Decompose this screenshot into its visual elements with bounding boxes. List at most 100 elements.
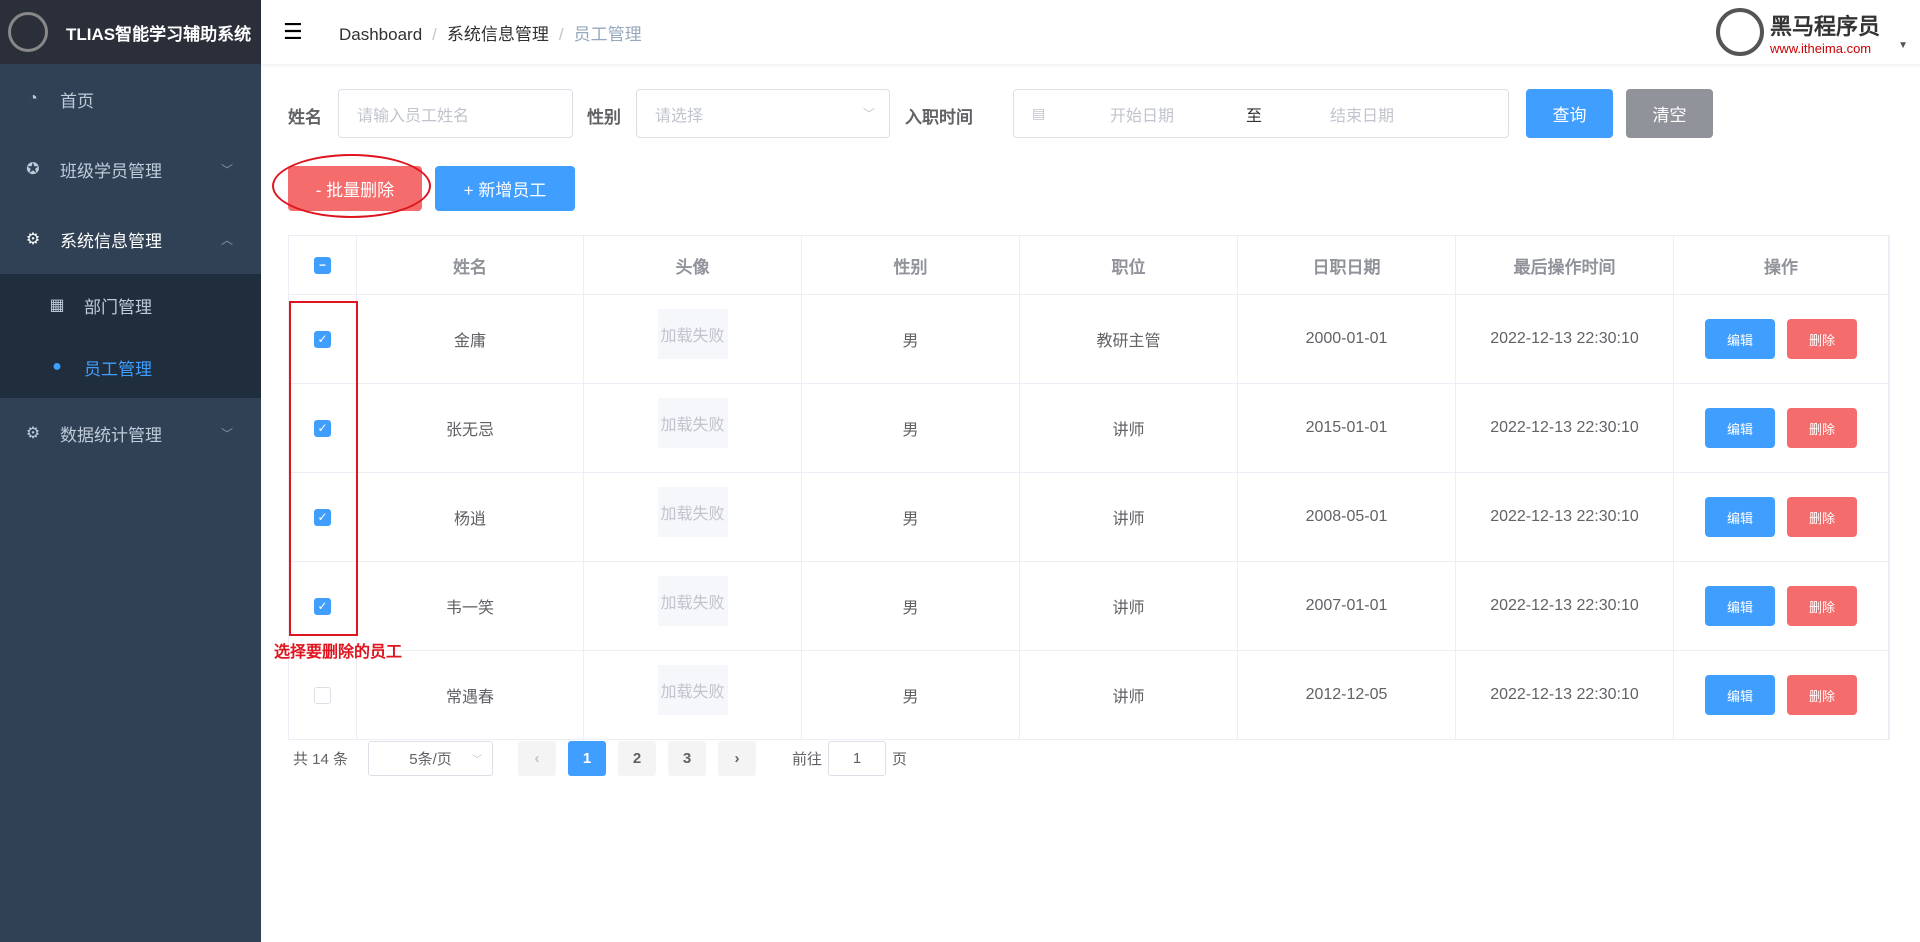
employee-table: − 姓名 头像 性别 职位 日职日期 最后操作时间 操作 ✓ 金庸 加载失败男教研主… [288,235,1890,740]
entry-cell: 2007-01-01 [1238,562,1456,650]
start-date-input[interactable]: 开始日期 [1110,102,1174,126]
breadcrumb-current: 员工管理 [573,24,642,44]
menu-toggle-icon[interactable]: ☰ [283,19,313,45]
page-size-value: 5条/页 [409,751,452,768]
updated-time: 2022-12-13 22:30:10 [1490,330,1639,347]
entry-date: 2000-01-01 [1305,330,1388,347]
goto-input[interactable]: 1 [828,741,887,776]
updated-time: 2022-12-13 22:30:10 [1490,686,1639,703]
col-avatar: 头像 [584,236,802,294]
delete-button[interactable]: 删除 [1787,586,1857,626]
page-suffix: 页 [892,751,908,768]
annotation-rectangle [289,301,358,636]
user-icon: ● [52,358,62,375]
col-actions: 操作 [1674,236,1889,294]
app-logo[interactable]: TLIAS智能学习辅助系统 [0,0,261,64]
updated-time: 2022-12-13 22:30:10 [1490,419,1639,436]
employee-name: 韦一笑 [445,600,494,617]
job-cell: 讲师 [1020,384,1238,472]
date-separator: 至 [1246,107,1263,125]
chevron-up-icon: ︿ [220,232,233,247]
actions-cell: 编辑 删除 [1674,562,1889,650]
app-title: TLIAS智能学习辅助系统 [66,24,252,44]
gender: 男 [902,600,919,617]
next-page-button[interactable]: › [718,741,757,776]
job: 教研主管 [1096,333,1161,350]
avatar: 加载失败 [657,309,728,359]
select-all-checkbox[interactable]: − [314,256,331,274]
edit-button[interactable]: 编辑 [1705,319,1775,359]
caret-down-icon[interactable]: ▼ [1898,40,1908,51]
name-input[interactable]: 请输入员工姓名 [338,89,573,138]
page-3[interactable]: 3 [668,741,707,776]
avatar: 加载失败 [657,665,728,715]
brand-name: 黑马程序员 [1769,13,1880,39]
col-updated: 最后操作时间 [1456,236,1674,294]
date-range-picker[interactable]: ▤ 开始日期 至 结束日期 [1013,89,1509,138]
logo-icon [8,12,48,52]
prev-page-button[interactable]: ‹ [518,741,557,776]
date-label: 入职时间 [905,108,973,127]
entry-cell: 2008-05-01 [1238,473,1456,561]
sidebar-item-class[interactable]: ✪ 班级学员管理 ﹀ [0,134,261,204]
sidebar-item-stats[interactable]: ⚙ 数据统计管理 ﹀ [0,398,261,468]
gender-select[interactable]: 请选择 ﹀ [636,89,890,138]
sidebar-item-dept[interactable]: ▦ 部门管理 [0,274,261,336]
entry-date: 2008-05-01 [1305,508,1388,525]
select-cell [289,651,357,739]
job-cell: 讲师 [1020,651,1238,739]
goto-label: 前往 [792,751,823,768]
actions-cell: 编辑 删除 [1674,651,1889,739]
name-cell: 韦一笑 [357,562,584,650]
page-2[interactable]: 2 [618,741,657,776]
edit-button[interactable]: 编辑 [1705,408,1775,448]
updated-cell: 2022-12-13 22:30:10 [1456,473,1674,561]
entry-cell: 2000-01-01 [1238,295,1456,383]
delete-button[interactable]: 删除 [1787,319,1857,359]
delete-button[interactable]: 删除 [1787,408,1857,448]
updated-cell: 2022-12-13 22:30:10 [1456,562,1674,650]
edit-button[interactable]: 编辑 [1705,675,1775,715]
gender-cell: 男 [802,295,1020,383]
horse-logo-icon [1715,8,1764,56]
add-employee-button[interactable]: + 新增员工 [435,166,575,211]
avatar: 加载失败 [657,576,728,626]
end-date-input[interactable]: 结束日期 [1330,102,1394,126]
query-button[interactable]: 查询 [1526,89,1613,138]
sidebar-item-label: 班级学员管理 [60,161,162,181]
sidebar-item-label: 首页 [60,91,94,111]
sidebar-item-label: 数据统计管理 [60,425,162,445]
brand-url: www.itheima.com [1769,40,1872,56]
delete-button[interactable]: 删除 [1787,497,1857,537]
col-name: 姓名 [357,236,584,294]
header: ☰ Dashboard / 系统信息管理 / 员工管理 黑马程序员 www.itheima… [261,0,1920,64]
lifebuoy-icon: ✪ [26,161,40,178]
sidebar-item-employee[interactable]: ● 员工管理 [0,336,261,398]
job-cell: 教研主管 [1020,295,1238,383]
col-entry-date: 日职日期 [1238,236,1456,294]
edit-button[interactable]: 编辑 [1705,497,1775,537]
delete-button[interactable]: 删除 [1787,675,1857,715]
chevron-down-icon: ﹀ [220,162,233,177]
avatar-cell: 加载失败 [584,384,802,472]
page-size-select[interactable]: 5条/页 ﹀ [368,741,494,776]
sidebar-item-system[interactable]: ⚙ 系统信息管理 ︿ [0,204,261,274]
page-1[interactable]: 1 [568,741,607,776]
clear-button[interactable]: 清空 [1626,89,1713,138]
select-all-cell: − [289,236,357,294]
sidebar-item-home[interactable]: ◔ 首页 [0,64,261,134]
edit-button[interactable]: 编辑 [1705,586,1775,626]
entry-cell: 2015-01-01 [1238,384,1456,472]
avatar-cell: 加载失败 [584,562,802,650]
brand-logo[interactable]: 黑马程序员 www.itheima.com [1715,8,1880,56]
table-row: 常遇春 加载失败 男 讲师 2012-12-05 2022-12-13 22:30:10 编… [289,651,1889,740]
breadcrumb-dashboard[interactable]: Dashboard [339,25,422,44]
table-row: ✓ 张无忌 加载失败男讲师 2015-01-01 2022-12-13 22:30:10… [289,384,1889,473]
avatar-cell: 加载失败 [584,295,802,383]
dashboard-icon: ◔ [28,90,38,107]
chevron-down-icon: ﹀ [472,755,483,766]
job: 讲师 [1112,511,1145,528]
breadcrumb-system[interactable]: 系统信息管理 [447,25,549,44]
row-checkbox[interactable] [314,686,331,704]
name-cell: 常遇春 [357,651,584,739]
